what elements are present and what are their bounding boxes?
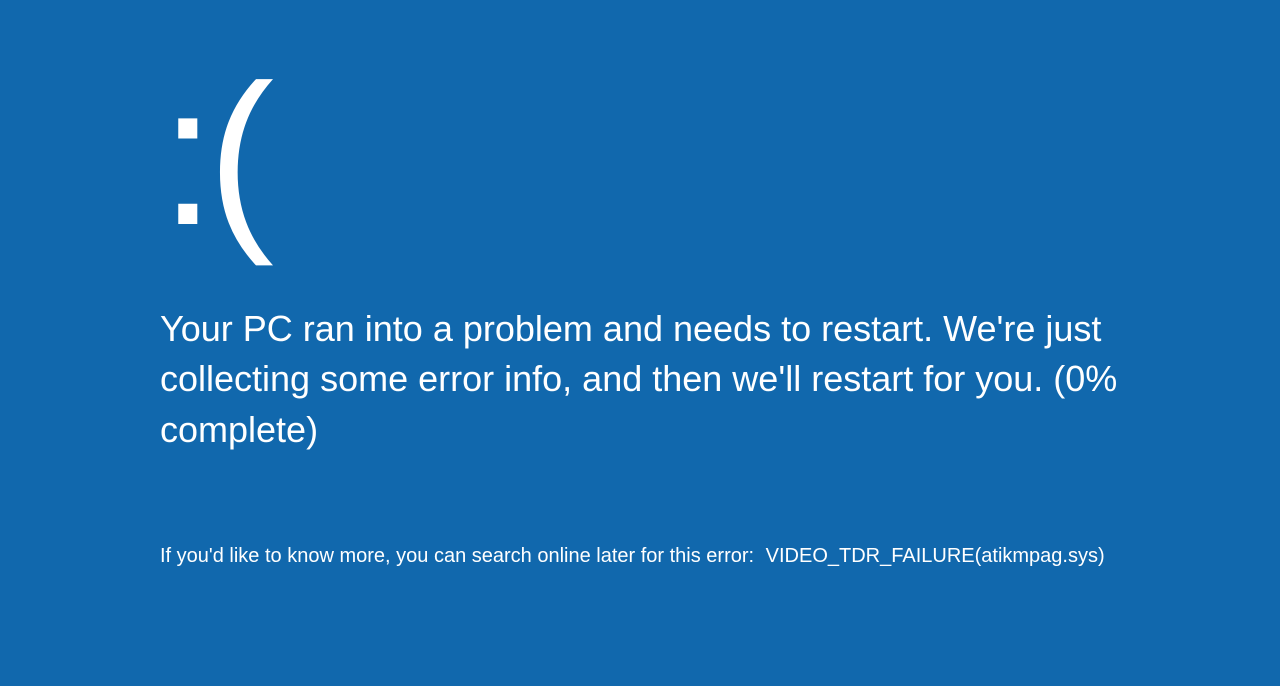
error-code: VIDEO_TDR_FAILURE(atikmpag.sys) (766, 545, 1105, 567)
bsod-screen: :( Your PC ran into a problem and needs … (160, 56, 1160, 568)
error-details: If you'd like to know more, you can sear… (160, 545, 1160, 568)
sad-face-emoticon: :( (160, 56, 1160, 256)
error-message: Your PC ran into a problem and needs to … (160, 304, 1140, 455)
details-prefix: If you'd like to know more, you can sear… (160, 545, 754, 567)
